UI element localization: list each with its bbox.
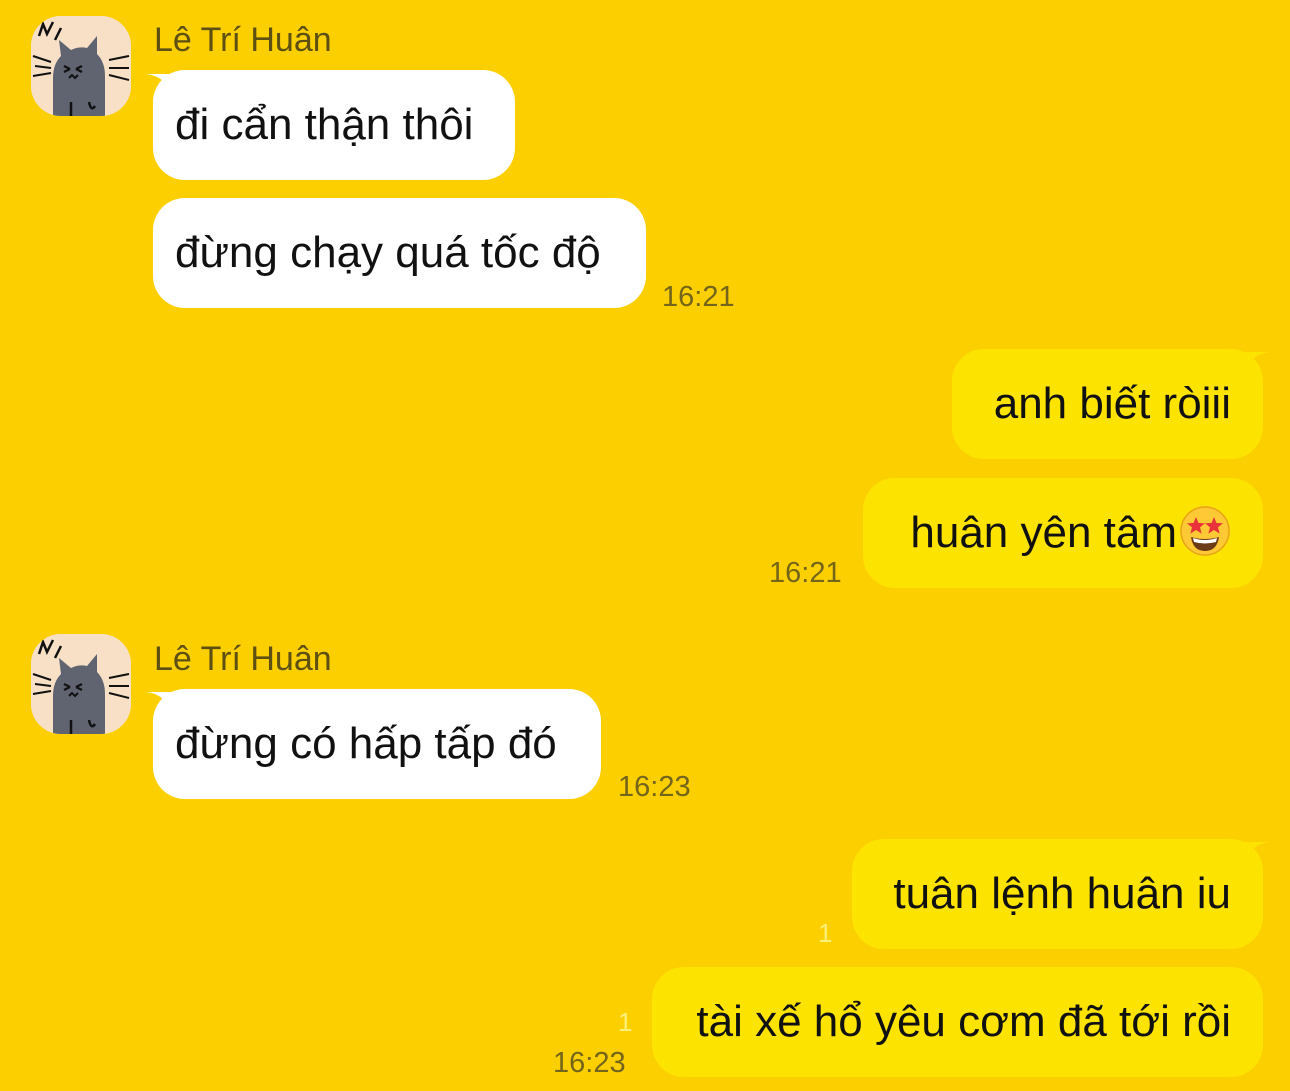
incoming-message-bubble[interactable]: đi cẩn thận thôi <box>153 70 515 180</box>
unread-count: 1 <box>818 918 833 948</box>
incoming-message-bubble[interactable]: đừng có hấp tấp đó <box>153 689 601 799</box>
incoming-message-bubble[interactable]: đừng chạy quá tốc độ <box>153 198 646 308</box>
message-timestamp: 16:23 <box>553 1047 626 1079</box>
message-text: huân yên tâm <box>910 508 1177 557</box>
chat-area: Lê Trí Huân đi cẩn thận thôi đừng chạy q… <box>0 0 1290 1091</box>
outgoing-message-bubble[interactable]: tuân lệnh huân iu <box>852 839 1263 949</box>
message-timestamp: 16:23 <box>618 771 691 803</box>
star-struck-emoji-icon <box>1180 506 1230 556</box>
outgoing-message-bubble[interactable]: tài xế hổ yêu cơm đã tới rồi <box>652 967 1263 1077</box>
sender-avatar[interactable] <box>31 634 131 734</box>
sender-name: Lê Trí Huân <box>154 21 332 59</box>
outgoing-message-bubble[interactable]: huân yên tâm <box>863 478 1263 588</box>
message-timestamp: 16:21 <box>662 281 735 313</box>
outgoing-message-bubble[interactable]: anh biết ròiii <box>952 349 1263 459</box>
cat-avatar-icon <box>31 16 131 116</box>
message-timestamp: 16:21 <box>769 557 842 589</box>
sender-avatar[interactable] <box>31 16 131 116</box>
unread-count: 1 <box>618 1007 633 1037</box>
cat-avatar-icon <box>31 634 131 734</box>
sender-name: Lê Trí Huân <box>154 640 332 678</box>
